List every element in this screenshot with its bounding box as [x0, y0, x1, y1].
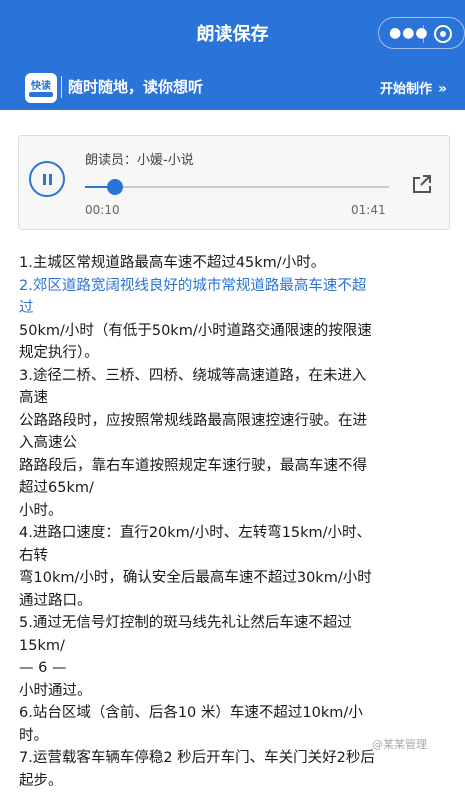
- text-line: 入高速公: [19, 432, 451, 455]
- watermark: @某某管理: [372, 736, 427, 752]
- text-line: 5.通过无信号灯控制的斑马线先礼让然后车速不超过: [19, 612, 451, 635]
- text-line: 公路路段时，应按照常规线路最高限速控速行驶。在进: [19, 410, 451, 433]
- text-line: 过: [19, 297, 451, 320]
- banner-divider: [61, 76, 62, 98]
- text-line: 起步。: [19, 770, 451, 792]
- text-line: 3.途径二桥、三桥、四桥、绕城等高速道路，在未进入: [19, 365, 451, 388]
- app-logo-bar: [29, 92, 53, 97]
- start-create-label: 开始制作: [380, 82, 432, 97]
- pause-icon-bar-left: [43, 174, 46, 185]
- top-nav-bar: 朗读保存 ●●●: [0, 0, 465, 66]
- progress-knob[interactable]: [107, 179, 123, 195]
- text-line: 路路段后，靠右车道按照规定车速行驶，最高车速不得: [19, 455, 451, 478]
- more-dots-icon[interactable]: ●●●: [389, 23, 419, 43]
- pause-button[interactable]: [29, 161, 65, 197]
- text-line: 超过65km/: [19, 477, 451, 500]
- start-create-button[interactable]: 开始制作 »: [380, 78, 447, 97]
- app-logo: 快读: [25, 73, 57, 103]
- text-line: 50km/小时（有低于50km/小时道路交通限速的按限速: [19, 320, 451, 343]
- text-line: 右转: [19, 545, 451, 568]
- narrator-label: 朗读员：小媛-小说: [85, 149, 194, 168]
- text-line: 高速: [19, 387, 451, 410]
- text-line: 4.进路口速度：直行20km/小时、左转弯15km/小时、: [19, 522, 451, 545]
- pause-icon-bar-right: [49, 174, 52, 185]
- target-icon[interactable]: [433, 24, 453, 44]
- capsule-divider: [423, 25, 424, 43]
- text-line: 6.站台区域（含前、后各10 米）车速不超过10km/小: [19, 702, 451, 725]
- text-line: 2.郊区道路宽阔视线良好的城市常规道路最高车速不超: [19, 275, 451, 298]
- total-time: 01:41: [351, 203, 386, 217]
- share-icon[interactable]: [410, 172, 434, 196]
- text-line: 1.主城区常规道路最高车速不超过45km/小时。: [19, 252, 451, 275]
- mini-program-capsule: ●●●: [378, 17, 465, 49]
- text-line: 通过路口。: [19, 590, 451, 613]
- text-line: 小时通过。: [19, 680, 451, 703]
- text-line: — 6 —: [19, 657, 451, 680]
- text-line: 小时。: [19, 500, 451, 523]
- progress-track[interactable]: [85, 186, 389, 188]
- current-time: 00:10: [85, 203, 120, 217]
- text-line: 弯10km/小时，确认安全后最高车速不超过30km/小时: [19, 567, 451, 590]
- audio-player: 朗读员：小媛-小说 00:10 01:41: [18, 135, 450, 230]
- text-line: 15km/: [19, 635, 451, 658]
- article-text: 1.主城区常规道路最高车速不超过45km/小时。2.郊区道路宽阔视线良好的城市常…: [19, 252, 451, 792]
- text-line: 规定执行）。: [19, 342, 451, 365]
- double-chevron-right-icon: »: [438, 81, 447, 97]
- app-logo-text: 快读: [25, 77, 57, 92]
- slogan: 随时随地，读你想听: [68, 76, 203, 97]
